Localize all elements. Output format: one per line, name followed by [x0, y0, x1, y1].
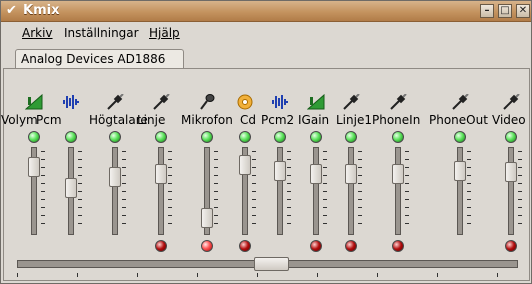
channel-label-phoneout: PhoneOut — [429, 113, 488, 127]
menu-hjalp-label: Hjälp — [149, 26, 180, 40]
mute-led-linje1[interactable] — [345, 131, 357, 143]
balance-slider-thumb[interactable] — [254, 257, 289, 271]
speaker-icon — [306, 93, 325, 110]
audio-plug-icon — [451, 93, 469, 110]
channel-label-phonein: PhoneIn — [372, 113, 421, 127]
tab-label: Analog Devices AD1886 — [21, 52, 166, 66]
microphone-icon — [198, 94, 216, 110]
volume-slider-igain[interactable] — [313, 147, 319, 235]
volume-slider-thumb-linje1[interactable] — [345, 164, 357, 184]
volume-ticks-linje — [168, 151, 172, 231]
audio-plug-icon — [106, 93, 124, 110]
volume-ticks-högtalare — [122, 151, 126, 231]
audio-plug-icon — [342, 93, 360, 110]
volume-slider-thumb-högtalare[interactable] — [109, 167, 121, 188]
volume-ticks-pcm — [78, 151, 82, 231]
speaker-icon — [24, 93, 43, 110]
close-button[interactable]: ✕ — [516, 4, 530, 18]
volume-slider-thumb-linje[interactable] — [155, 164, 167, 184]
mute-led-video[interactable] — [505, 131, 517, 143]
channel-label-linje1: Linje1 — [336, 113, 372, 127]
window-title: Kmix — [23, 3, 60, 18]
balance-slider-ticks — [17, 273, 518, 277]
channel-label-pcm: Pcm — [36, 113, 62, 127]
channel-label-video: Video — [492, 113, 526, 127]
record-led-cd[interactable] — [239, 240, 251, 252]
kmix-window: ✔ Kmix – □ ✕ Arkiv Inställningar Hjälp A… — [0, 0, 532, 284]
volume-ticks-phoneout — [467, 151, 471, 231]
volume-ticks-video — [518, 151, 522, 231]
mute-led-phonein[interactable] — [392, 131, 404, 143]
title-bar[interactable]: ✔ Kmix – □ ✕ — [1, 1, 531, 22]
record-led-linje1[interactable] — [345, 240, 357, 252]
tab-analog-devices[interactable]: Analog Devices AD1886 — [15, 49, 184, 69]
record-led-phonein[interactable] — [392, 240, 404, 252]
channel-label-linje: Linje — [137, 113, 166, 127]
volume-slider-thumb-phonein[interactable] — [392, 164, 404, 184]
menu-bar: Arkiv Inställningar Hjälp — [1, 22, 531, 44]
mute-led-volym[interactable] — [28, 131, 40, 143]
volume-slider-phonein[interactable] — [395, 147, 401, 235]
volume-slider-högtalare[interactable] — [112, 147, 118, 235]
audio-plug-icon — [152, 93, 170, 110]
volume-ticks-mikrofon — [214, 151, 218, 231]
audio-plug-icon — [389, 93, 407, 110]
menu-installningar[interactable]: Inställningar — [64, 26, 139, 40]
volume-slider-linje1[interactable] — [348, 147, 354, 235]
volume-ticks-cd — [252, 151, 256, 231]
mute-led-phoneout[interactable] — [454, 131, 466, 143]
volume-slider-thumb-video[interactable] — [505, 161, 517, 182]
volume-ticks-linje1 — [358, 151, 362, 231]
menu-hjalp[interactable]: Hjälp — [149, 26, 180, 40]
menu-arkiv[interactable]: Arkiv — [22, 26, 53, 40]
volume-ticks-pcm2 — [287, 151, 291, 231]
volume-slider-linje[interactable] — [158, 147, 164, 235]
volume-ticks-phonein — [405, 151, 409, 231]
waveform-icon — [271, 94, 289, 110]
mute-led-igain[interactable] — [310, 131, 322, 143]
record-led-video[interactable] — [505, 240, 517, 252]
volume-slider-thumb-volym[interactable] — [28, 157, 40, 178]
mute-led-pcm2[interactable] — [274, 131, 286, 143]
record-led-linje[interactable] — [155, 240, 167, 252]
volume-slider-thumb-pcm2[interactable] — [274, 160, 286, 181]
audio-plug-icon — [502, 93, 520, 110]
volume-slider-thumb-pcm[interactable] — [65, 177, 77, 198]
volume-slider-thumb-mikrofon[interactable] — [201, 208, 213, 229]
menu-installningar-label: Inställningar — [64, 26, 139, 40]
mute-led-linje[interactable] — [155, 131, 167, 143]
volume-slider-video[interactable] — [508, 147, 514, 235]
mute-led-mikrofon[interactable] — [201, 131, 213, 143]
mute-led-pcm[interactable] — [65, 131, 77, 143]
volume-ticks-igain — [323, 151, 327, 231]
channel-label-cd: Cd — [240, 113, 256, 127]
volume-slider-thumb-cd[interactable] — [239, 155, 251, 176]
minimize-button[interactable]: – — [480, 4, 494, 18]
mute-led-cd[interactable] — [239, 131, 251, 143]
channel-label-mikrofon: Mikrofon — [181, 113, 233, 127]
cd-icon — [236, 94, 254, 110]
record-led-igain[interactable] — [310, 240, 322, 252]
volume-ticks-volym — [41, 151, 45, 231]
window-menu-icon[interactable]: ✔ — [5, 4, 18, 17]
channel-label-igain: IGain — [298, 113, 330, 127]
mute-led-högtalare[interactable] — [109, 131, 121, 143]
waveform-icon — [62, 94, 80, 110]
channel-label-pcm2: Pcm2 — [261, 113, 295, 127]
volume-slider-thumb-phoneout[interactable] — [454, 160, 466, 181]
record-led-mikrofon[interactable] — [201, 240, 213, 252]
channel-label-volym: Volym — [1, 113, 38, 127]
maximize-button[interactable]: □ — [498, 4, 512, 18]
menu-arkiv-label: Arkiv — [22, 26, 53, 40]
volume-slider-thumb-igain[interactable] — [310, 164, 322, 184]
